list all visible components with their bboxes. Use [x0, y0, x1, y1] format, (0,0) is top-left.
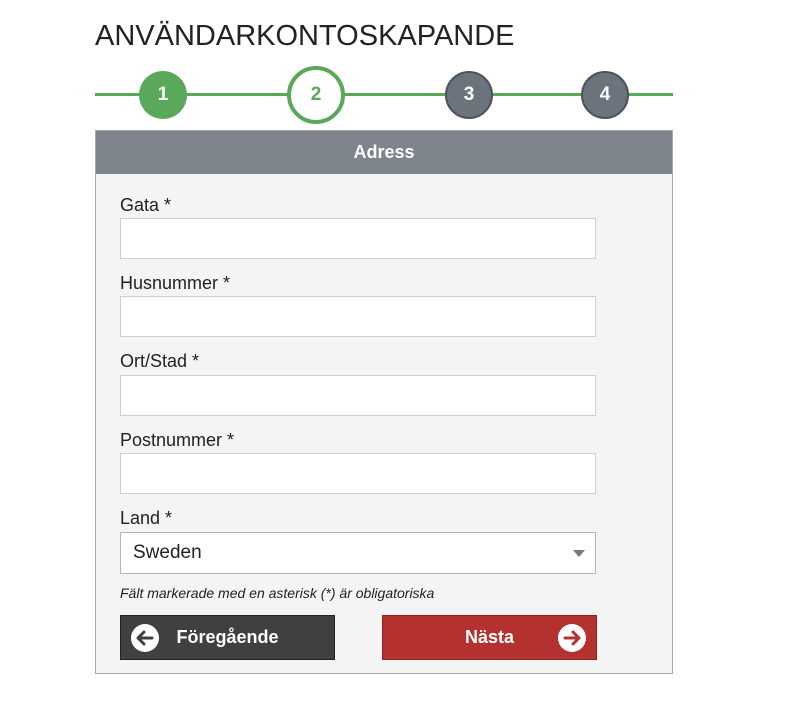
previous-button[interactable]: Föregående	[120, 615, 335, 660]
postal-code-input[interactable]	[120, 453, 596, 494]
required-note: Fält markerade med en asterisk (*) är ob…	[120, 585, 435, 601]
postal-code-label: Postnummer *	[120, 430, 235, 450]
street-input[interactable]	[120, 218, 596, 259]
arrow-right-icon	[558, 624, 586, 652]
next-button-label: Nästa	[464, 627, 515, 647]
house-number-label: Husnummer *	[120, 273, 231, 293]
country-label: Land *	[120, 508, 173, 528]
step-2[interactable]: 2	[287, 66, 345, 124]
arrow-left-icon	[131, 624, 159, 652]
street-label: Gata *	[120, 195, 172, 215]
address-panel: Adress Gata * Husnummer * Ort/Stad * Pos…	[95, 130, 673, 674]
progress-stepper: 1 2 3 4	[95, 66, 673, 124]
country-select[interactable]: Sweden	[120, 532, 596, 574]
city-input[interactable]	[120, 375, 596, 416]
country-select-value: Sweden	[133, 542, 202, 563]
step-3[interactable]: 3	[445, 71, 493, 119]
step-1[interactable]: 1	[139, 71, 187, 119]
panel-header: Adress	[96, 131, 672, 174]
previous-button-label: Föregående	[176, 627, 279, 647]
next-button[interactable]: Nästa	[382, 615, 597, 660]
city-label: Ort/Stad *	[120, 351, 200, 371]
chevron-down-icon	[573, 550, 585, 557]
page-title: ANVÄNDARKONTOSKAPANDE	[95, 20, 515, 52]
house-number-input[interactable]	[120, 296, 596, 337]
step-4[interactable]: 4	[581, 71, 629, 119]
